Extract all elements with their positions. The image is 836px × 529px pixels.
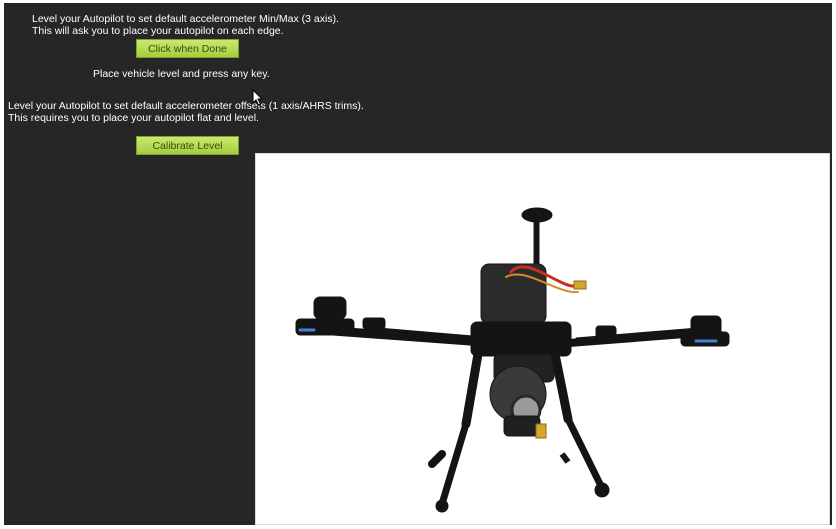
drone-photo <box>255 153 830 525</box>
click-when-done-button[interactable]: Click when Done <box>136 39 239 58</box>
mouse-pointer-icon <box>252 89 264 106</box>
level-instruction-line2: This requires you to place your autopilo… <box>8 112 259 124</box>
calibrate-level-button[interactable]: Calibrate Level <box>136 136 239 155</box>
accel-calibration-panel: Level your Autopilot to set default acce… <box>4 3 832 525</box>
calibration-status-text: Place vehicle level and press any key. <box>93 68 270 80</box>
minmax-instruction-line1: Level your Autopilot to set default acce… <box>32 13 339 25</box>
minmax-instruction-line2: This will ask you to place your autopilo… <box>32 25 284 37</box>
quadcopter-image <box>295 207 730 513</box>
level-instruction-line1: Level your Autopilot to set default acce… <box>8 100 364 112</box>
